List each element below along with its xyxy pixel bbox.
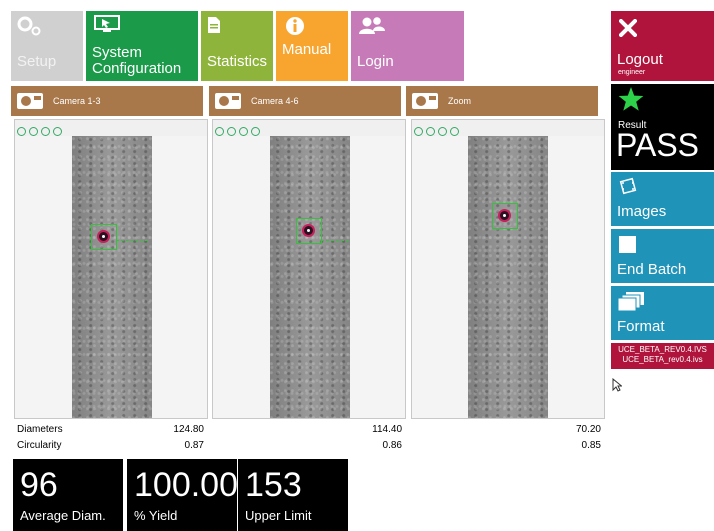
zoom-reset-icon[interactable] <box>53 127 62 136</box>
detected-spot <box>498 209 511 222</box>
statistics-button[interactable]: Statistics <box>201 11 273 81</box>
zoom-fit-icon[interactable] <box>414 127 423 136</box>
system-configuration-button[interactable]: System Configuration <box>86 11 198 81</box>
average-diameter-tile: 96 Average Diam. <box>13 459 123 531</box>
setup-button[interactable]: Setup <box>11 11 83 81</box>
camera-image <box>213 136 405 418</box>
zoom-reset-icon[interactable] <box>251 127 260 136</box>
camera-label: Camera 1-3 <box>53 96 101 106</box>
gear-icon <box>17 16 41 36</box>
logout-label: Logout <box>617 51 663 68</box>
mouse-cursor-icon <box>612 378 622 392</box>
circularity-value-1: 0.87 <box>184 440 204 451</box>
zoom-toolbar <box>17 123 65 136</box>
manual-label: Manual <box>282 41 332 58</box>
info-icon <box>286 17 304 35</box>
sample-strip <box>270 136 350 418</box>
login-button[interactable]: Login <box>351 11 464 81</box>
setup-label: Setup <box>17 53 57 70</box>
yield-value: 100.00 <box>134 466 237 504</box>
camera-image <box>15 136 207 418</box>
zoom-fit-icon[interactable] <box>215 127 224 136</box>
login-label: Login <box>357 53 394 70</box>
images-button[interactable]: Images <box>611 172 714 226</box>
diameters-label: Diameters <box>17 424 63 435</box>
yield-tile: 100.00 % Yield <box>127 459 237 531</box>
logout-button[interactable]: Logout engineer <box>611 11 714 81</box>
camera-icon <box>215 93 241 109</box>
star-icon <box>618 87 644 111</box>
zoom-reset-icon[interactable] <box>450 127 459 136</box>
format-files[interactable]: UCE_BETA_REV0.4.IVS UCE_BETA_rev0.4.ivs <box>611 343 714 369</box>
camera-icon <box>17 93 43 109</box>
zoom-toolbar <box>215 123 263 136</box>
camera-icon <box>412 93 438 109</box>
camera-view-1[interactable] <box>14 119 208 419</box>
upper-limit-value: 153 <box>245 466 302 504</box>
measure-line <box>116 240 148 241</box>
zoom-in-icon[interactable] <box>227 127 236 136</box>
stop-icon <box>619 236 636 253</box>
detected-spot <box>97 230 110 243</box>
camera-header-2[interactable]: Camera 4-6 <box>209 86 401 116</box>
yield-label: % Yield <box>134 508 178 523</box>
zoom-in-icon[interactable] <box>29 127 38 136</box>
camera-image <box>412 136 604 418</box>
monitor-icon <box>94 15 120 32</box>
zoom-out-icon[interactable] <box>438 127 447 136</box>
camera-header-1[interactable]: Camera 1-3 <box>11 86 203 116</box>
camera-view-2[interactable] <box>212 119 406 419</box>
zoom-toolbar <box>414 123 462 136</box>
camera-view-3[interactable] <box>411 119 605 419</box>
average-diameter-value: 96 <box>20 466 58 504</box>
diameter-value-2: 114.40 <box>372 424 402 435</box>
system-configuration-label: System Configuration <box>92 44 182 77</box>
diameter-value-3: 70.20 <box>575 424 601 435</box>
format-file-1: UCE_BETA_REV0.4.IVS <box>618 345 707 354</box>
zoom-fit-icon[interactable] <box>17 127 26 136</box>
camera-label: Camera 4-6 <box>251 96 299 106</box>
format-label: Format <box>617 318 665 335</box>
film-icon <box>619 177 637 195</box>
user-name: engineer <box>618 69 646 76</box>
zoom-in-icon[interactable] <box>426 127 435 136</box>
stack-icon <box>618 292 644 312</box>
diameter-value-1: 124.80 <box>173 424 204 435</box>
circularity-value-3: 0.85 <box>581 440 601 451</box>
images-label: Images <box>617 203 667 220</box>
result-panel: Result PASS <box>611 84 714 170</box>
camera-header-3[interactable]: Zoom <box>406 86 598 116</box>
end-batch-button[interactable]: End Batch <box>611 229 714 283</box>
circularity-label: Circularity <box>17 440 62 451</box>
zoom-out-icon[interactable] <box>239 127 248 136</box>
zoom-out-icon[interactable] <box>41 127 50 136</box>
manual-button[interactable]: Manual <box>276 11 348 81</box>
users-icon <box>359 17 385 34</box>
sample-strip <box>468 136 548 418</box>
upper-limit-tile: 153 Upper Limit <box>238 459 348 531</box>
measure-line <box>321 240 349 241</box>
circularity-value-2: 0.86 <box>382 440 402 451</box>
end-batch-label: End Batch <box>617 261 687 278</box>
upper-limit-label: Upper Limit <box>245 508 312 523</box>
sample-strip <box>72 136 152 418</box>
detected-spot <box>302 224 315 237</box>
document-icon <box>208 17 220 33</box>
camera-label: Zoom <box>448 96 472 106</box>
result-value: PASS <box>616 127 699 163</box>
format-button[interactable]: Format <box>611 286 714 340</box>
average-diameter-label: Average Diam. <box>20 508 106 523</box>
format-file-2: UCE_BETA_rev0.4.ivs <box>622 355 703 364</box>
close-icon <box>619 19 637 37</box>
statistics-label: Statistics <box>207 53 268 70</box>
